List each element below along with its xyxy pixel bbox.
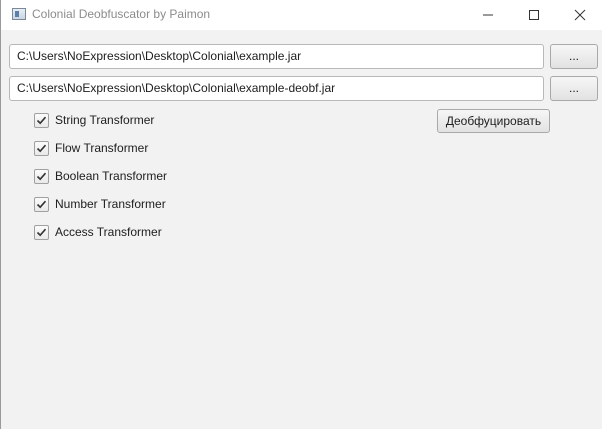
checkbox[interactable] [34,197,49,212]
deobfuscate-button[interactable]: Деобфуцировать [437,109,550,133]
window-title: Colonial Deobfuscator by Paimon [32,7,211,21]
app-window-icon [12,8,26,20]
option-label: Number Transformer [55,197,166,211]
output-jar-path-field[interactable]: C:\Users\NoExpression\Desktop\Colonial\e… [9,76,544,101]
checkbox[interactable] [34,169,49,184]
title-bar[interactable]: Colonial Deobfuscator by Paimon [1,0,602,30]
option-string-transformer[interactable]: String Transformer [34,112,234,130]
browse-input-button[interactable]: ... [550,44,598,69]
option-label: Flow Transformer [55,141,149,155]
option-label: Access Transformer [55,225,162,239]
option-number-transformer[interactable]: Number Transformer [34,196,234,214]
minimize-button[interactable] [465,0,511,30]
checkbox[interactable] [34,225,49,240]
option-label: String Transformer [55,113,155,127]
app-window: Colonial Deobfuscator by Paimon C:\Users… [0,0,602,429]
checkmark-icon [36,228,47,237]
checkmark-icon [36,200,47,209]
close-button[interactable] [557,0,602,30]
option-label: Boolean Transformer [55,169,168,183]
checkmark-icon [36,144,47,153]
browse-output-button[interactable]: ... [550,76,598,101]
close-icon [574,9,586,21]
checkbox[interactable] [34,141,49,156]
minimize-icon [483,14,493,16]
maximize-icon [529,10,539,20]
checkmark-icon [36,116,47,125]
option-access-transformer[interactable]: Access Transformer [34,224,234,242]
option-flow-transformer[interactable]: Flow Transformer [34,140,234,158]
option-boolean-transformer[interactable]: Boolean Transformer [34,168,234,186]
input-jar-path-field[interactable]: C:\Users\NoExpression\Desktop\Colonial\e… [9,44,544,69]
checkbox[interactable] [34,113,49,128]
maximize-button[interactable] [511,0,557,30]
checkmark-icon [36,172,47,181]
